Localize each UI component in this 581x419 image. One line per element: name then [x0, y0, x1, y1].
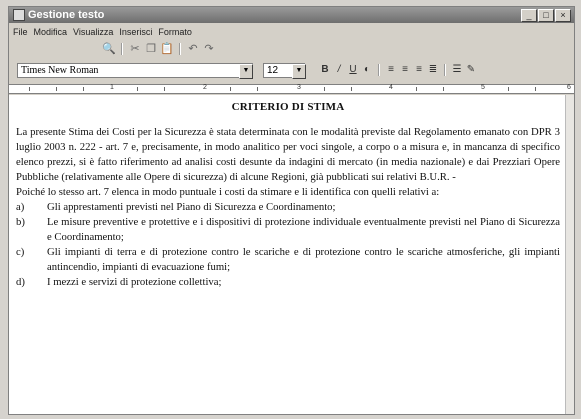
toolbar-separator — [179, 42, 181, 55]
minimize-button[interactable]: _ — [521, 9, 537, 22]
paste-icon[interactable]: 📋 — [159, 42, 175, 56]
ruler: 1 2 3 4 5 6 — [9, 84, 574, 94]
ruler-tick — [257, 87, 258, 91]
application-window: Gestione testo _ □ × File Modifica Visua… — [8, 6, 575, 415]
ruler-number: 2 — [203, 84, 207, 91]
format-toolbar: Times New Roman ▼ 12 ▼ B / U ◐ ≡ ≡ ≡ ≣ ☰… — [9, 59, 574, 81]
menu-bar: File Modifica Visualizza Inserisci Forma… — [9, 24, 574, 39]
list-text: I mezzi e servizi di protezione colletti… — [47, 276, 222, 288]
undo-icon[interactable]: ↶ — [185, 42, 201, 56]
ruler-tick — [351, 87, 352, 91]
ruler-tick — [416, 87, 417, 91]
ruler-tick — [56, 87, 57, 91]
ruler-tick — [164, 87, 165, 91]
font-dropdown-icon[interactable]: ▼ — [239, 64, 253, 79]
ruler-tick — [230, 87, 231, 91]
list-marker: c) — [16, 246, 25, 258]
ruler-number: 6 — [567, 84, 571, 91]
ruler-number: 3 — [297, 84, 301, 91]
menu-inserisci[interactable]: Inserisci — [119, 27, 152, 37]
cut-icon[interactable]: ✂ — [127, 42, 143, 56]
list-text: Le misure preventive e protettive e i di… — [47, 216, 560, 243]
pen-icon[interactable]: ✎ — [464, 63, 478, 77]
ruler-tick — [508, 87, 509, 91]
title-bar[interactable]: Gestione testo _ □ × — [9, 7, 574, 23]
menu-visualizza[interactable]: Visualizza — [73, 27, 113, 37]
paragraph: Poiché lo stesso art. 7 elenca in modo p… — [16, 186, 440, 198]
ruler-tick — [137, 87, 138, 91]
ruler-tick — [324, 87, 325, 91]
size-dropdown-icon[interactable]: ▼ — [292, 64, 306, 79]
vertical-scrollbar[interactable] — [565, 95, 574, 414]
find-icon[interactable]: 🔍 — [101, 42, 117, 56]
font-name-select[interactable]: Times New Roman — [17, 63, 253, 78]
align-center-icon[interactable]: ≡ — [398, 63, 412, 77]
list-text: Gli impianti di terra e di protezione co… — [47, 246, 560, 273]
underline-icon[interactable]: U — [346, 63, 360, 77]
ruler-tick — [443, 87, 444, 91]
document-title: CRITERIO DI STIMA — [231, 101, 345, 113]
ruler-tick — [535, 87, 536, 91]
close-button[interactable]: × — [555, 9, 571, 22]
paragraph: La presente Stima dei Costi per la Sicur… — [16, 126, 560, 183]
ruler-number: 4 — [389, 84, 393, 91]
list-marker: d) — [16, 276, 25, 288]
ruler-tick — [83, 87, 84, 91]
app-icon — [13, 9, 25, 21]
list-marker: b) — [16, 216, 25, 228]
list-item: a) Gli apprestamenti previsti nel Piano … — [16, 200, 560, 215]
align-left-icon[interactable]: ≡ — [384, 63, 398, 77]
list-item: d) I mezzi e servizi di protezione colle… — [16, 275, 560, 290]
list-text: Gli apprestamenti previsti nel Piano di … — [47, 201, 336, 213]
list-item: b) Le misure preventive e protettive e i… — [16, 215, 560, 245]
toolbar-separator — [378, 64, 380, 76]
format-buttons: B / U ◐ ≡ ≡ ≡ ≣ ☰ ✎ — [318, 63, 478, 77]
list-item: c) Gli impianti di terra e di protezione… — [16, 245, 560, 275]
standard-toolbar: 🔍 ✂ ❐ 📋 ↶ ↷ — [9, 40, 574, 57]
menu-modifica[interactable]: Modifica — [34, 27, 68, 37]
ruler-number: 1 — [110, 84, 114, 91]
redo-icon[interactable]: ↷ — [201, 42, 217, 56]
bold-icon[interactable]: B — [318, 63, 332, 77]
ruler-number: 5 — [481, 84, 485, 91]
toolbar-separator — [121, 42, 123, 55]
italic-icon[interactable]: / — [332, 63, 346, 77]
ruler-tick — [29, 87, 30, 91]
maximize-button[interactable]: □ — [538, 9, 554, 22]
justify-icon[interactable]: ≣ — [426, 63, 440, 77]
color-icon[interactable]: ◐ — [360, 63, 374, 77]
align-right-icon[interactable]: ≡ — [412, 63, 426, 77]
window-title: Gestione testo — [28, 9, 105, 21]
menu-formato[interactable]: Formato — [158, 27, 192, 37]
document-body[interactable]: CRITERIO DI STIMA La presente Stima dei … — [9, 95, 566, 414]
toolbar-separator — [444, 64, 446, 76]
bullets-icon[interactable]: ☰ — [450, 63, 464, 77]
copy-icon[interactable]: ❐ — [143, 42, 159, 56]
list-marker: a) — [16, 201, 25, 213]
window-controls: _ □ × — [521, 9, 571, 22]
menu-file[interactable]: File — [13, 27, 28, 37]
